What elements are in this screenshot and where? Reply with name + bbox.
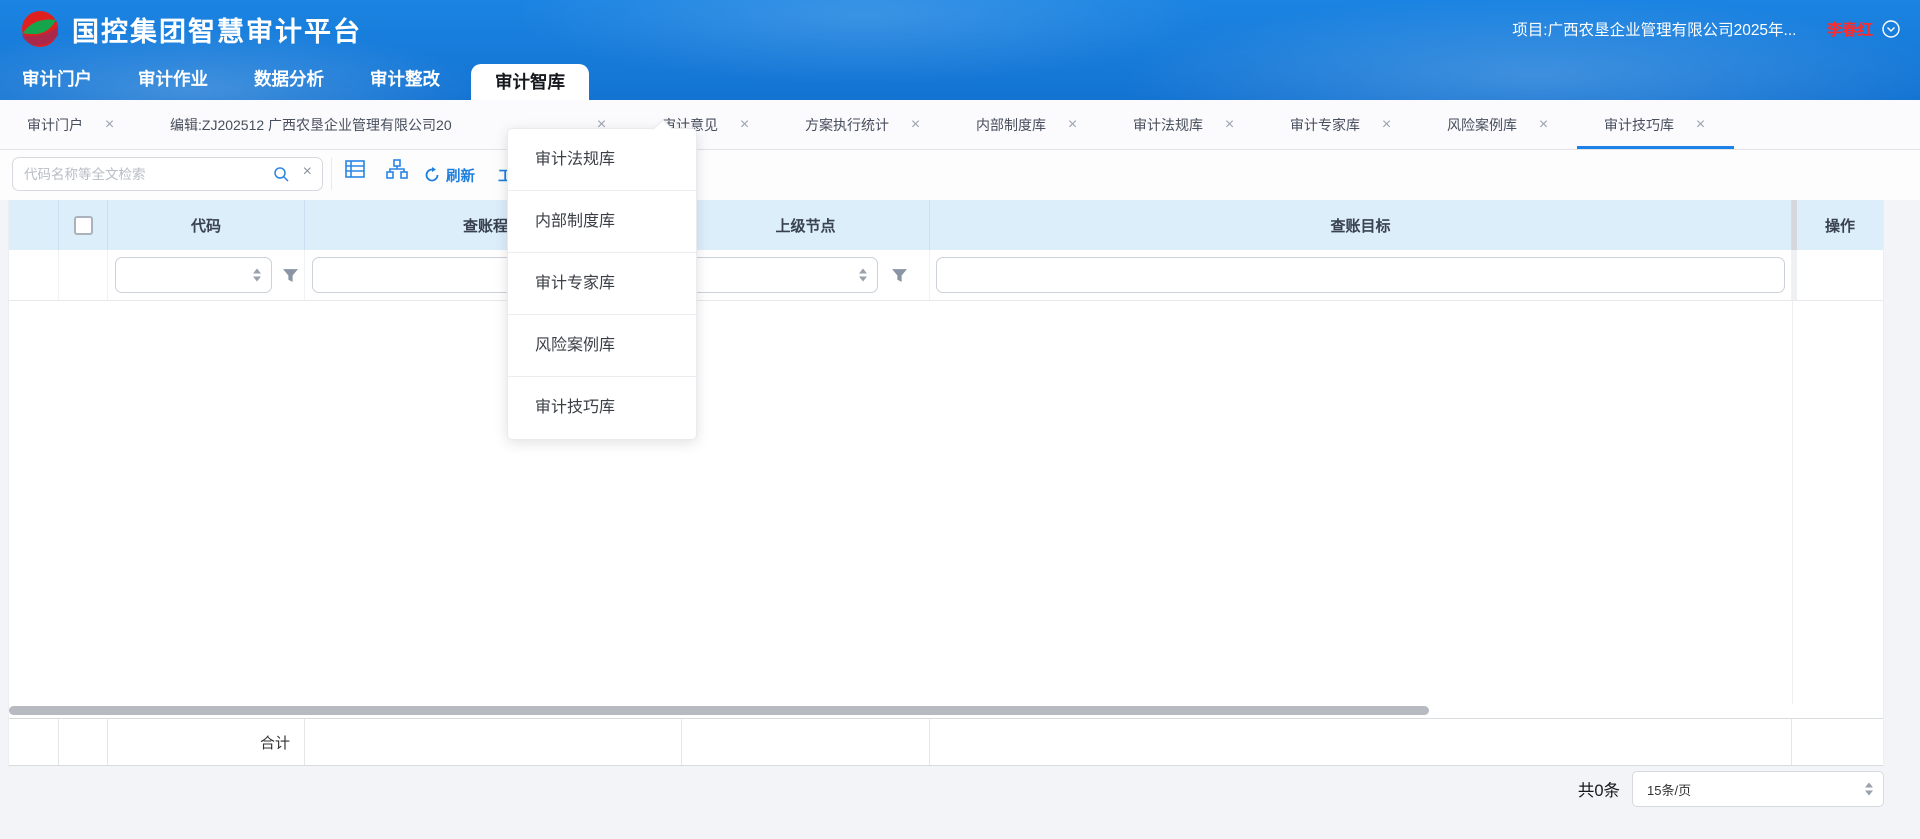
fixed-column-divider bbox=[1792, 301, 1793, 704]
tab-plan-exec-stats[interactable]: 方案执行统计 × bbox=[778, 100, 949, 149]
nav-item-data-analysis[interactable]: 数据分析 bbox=[254, 58, 324, 100]
header-row: 国控集团智慧审计平台 项目:广西农垦企业管理有限公司2025年... 李春红 bbox=[0, 0, 1920, 58]
tree-view-icon[interactable] bbox=[386, 158, 408, 180]
filter-row bbox=[9, 250, 1883, 301]
close-tab-icon[interactable]: × bbox=[738, 116, 751, 134]
summary-cell-select bbox=[59, 719, 108, 765]
tab-audit-skill-lib[interactable]: 审计技巧库 × bbox=[1577, 100, 1734, 149]
user-menu-chevron-icon[interactable] bbox=[1882, 20, 1900, 38]
refresh-button[interactable]: 刷新 bbox=[424, 150, 475, 200]
close-tab-icon[interactable]: × bbox=[103, 116, 116, 134]
nav-item-audit-knowledge[interactable]: 审计智库 bbox=[471, 64, 589, 100]
main-nav: 审计门户 审计作业 数据分析 审计整改 审计智库 bbox=[0, 58, 1920, 100]
detail-table-icon[interactable] bbox=[344, 158, 366, 180]
nav-item-audit-rectification[interactable]: 审计整改 bbox=[370, 58, 440, 100]
filter-cell-select bbox=[59, 250, 108, 300]
tab-risk-case-lib[interactable]: 风险案例库 × bbox=[1420, 100, 1577, 149]
tab-internal-policy-lib[interactable]: 内部制度库 × bbox=[949, 100, 1106, 149]
select-chevrons-icon bbox=[859, 269, 867, 282]
menu-item-audit-expert-lib[interactable]: 审计专家库 bbox=[508, 253, 696, 315]
close-tab-icon[interactable]: × bbox=[1380, 116, 1393, 134]
close-tab-icon[interactable]: × bbox=[1537, 116, 1550, 134]
tab-label: 内部制度库 bbox=[976, 115, 1046, 135]
tab-label: 审计门户 bbox=[27, 115, 83, 135]
search-icon[interactable] bbox=[273, 166, 289, 182]
summary-cell-procedure bbox=[305, 719, 682, 765]
search-box: × bbox=[12, 157, 323, 191]
header-cell-target: 查账目标 bbox=[930, 200, 1792, 250]
pagination-bar: 共0条 15条/页 bbox=[1578, 770, 1884, 808]
clear-search-icon[interactable]: × bbox=[303, 163, 312, 181]
app-title: 国控集团智慧审计平台 bbox=[72, 10, 362, 49]
page-size-select[interactable]: 15条/页 bbox=[1632, 771, 1884, 807]
menu-item-internal-policy-lib[interactable]: 内部制度库 bbox=[508, 191, 696, 253]
header-cell-index bbox=[9, 200, 59, 250]
target-filter-input[interactable] bbox=[936, 257, 1785, 293]
filter-funnel-icon[interactable] bbox=[282, 267, 299, 284]
brand-logo-icon bbox=[20, 9, 60, 49]
table-header-row: 代码 查账程序 上级节点 查账目标 操作 bbox=[9, 200, 1883, 250]
summary-cell-target bbox=[930, 719, 1792, 765]
tab-label: 编辑:ZJ202512 广西农垦企业管理有限公司20 bbox=[170, 115, 452, 135]
nav-item-audit-portal[interactable]: 审计门户 bbox=[22, 58, 92, 100]
filter-cell-target bbox=[930, 250, 1792, 300]
knowledge-lib-dropdown-menu: 审计法规库 内部制度库 审计专家库 风险案例库 审计技巧库 bbox=[507, 128, 697, 440]
tab-label: 审计法规库 bbox=[1133, 115, 1203, 135]
topbar: 国控集团智慧审计平台 项目:广西农垦企业管理有限公司2025年... 李春红 审… bbox=[0, 0, 1920, 100]
summary-cell-parent bbox=[682, 719, 930, 765]
audit-platform-app: 国控集团智慧审计平台 项目:广西农垦企业管理有限公司2025年... 李春红 审… bbox=[0, 0, 1920, 839]
project-label: 项目:广西农垦企业管理有限公司2025年... bbox=[1512, 18, 1796, 40]
toolbar-divider bbox=[331, 158, 332, 190]
summary-row: 合计 bbox=[9, 718, 1883, 766]
header-cell-action: 操作 bbox=[1797, 200, 1883, 250]
filter-cell-parent bbox=[682, 250, 930, 300]
close-tab-icon[interactable]: × bbox=[1223, 116, 1236, 134]
filter-cell-action bbox=[1797, 250, 1883, 300]
summary-total-label: 合计 bbox=[108, 719, 305, 765]
user-name[interactable]: 李春红 bbox=[1826, 18, 1873, 40]
tab-label: 审计技巧库 bbox=[1604, 115, 1674, 135]
tab-audit-portal[interactable]: 审计门户 × bbox=[0, 100, 143, 149]
tab-audit-regulation-lib[interactable]: 审计法规库 × bbox=[1106, 100, 1263, 149]
header-cell-code: 代码 bbox=[108, 200, 305, 250]
close-tab-icon[interactable]: × bbox=[1066, 116, 1079, 134]
summary-cell-action bbox=[1797, 719, 1883, 765]
filter-cell-code bbox=[108, 250, 305, 300]
header-cell-select bbox=[59, 200, 108, 250]
horizontal-scrollbar bbox=[9, 704, 1883, 718]
menu-item-risk-case-lib[interactable]: 风险案例库 bbox=[508, 315, 696, 377]
select-chevrons-icon bbox=[1865, 783, 1873, 796]
filter-cell-index bbox=[9, 250, 59, 300]
tab-label: 审计专家库 bbox=[1290, 115, 1360, 135]
parent-filter-select[interactable] bbox=[688, 257, 878, 293]
refresh-label: 刷新 bbox=[446, 165, 475, 186]
filter-funnel-icon[interactable] bbox=[891, 267, 908, 284]
tab-audit-expert-lib[interactable]: 审计专家库 × bbox=[1263, 100, 1420, 149]
audit-skill-table: 代码 查账程序 上级节点 查账目标 操作 bbox=[8, 200, 1884, 766]
summary-cell-index bbox=[9, 719, 59, 765]
total-count-label: 共0条 bbox=[1578, 777, 1620, 801]
tab-label: 方案执行统计 bbox=[805, 115, 889, 135]
code-filter-select[interactable] bbox=[115, 257, 272, 293]
table-body-empty bbox=[9, 301, 1883, 704]
refresh-icon bbox=[424, 167, 440, 183]
menu-item-audit-regulation-lib[interactable]: 审计法规库 bbox=[508, 129, 696, 191]
header-cell-parent: 上级节点 bbox=[682, 200, 930, 250]
open-tabs-bar: 审计门户 × 编辑:ZJ202512 广西农垦企业管理有限公司20 × 审计意见… bbox=[0, 100, 1920, 150]
select-all-checkbox[interactable] bbox=[74, 216, 93, 235]
toolbar: × 刷新 工具 bbox=[0, 150, 1920, 200]
select-chevrons-icon bbox=[253, 269, 261, 282]
tab-label: 风险案例库 bbox=[1447, 115, 1517, 135]
close-tab-icon[interactable]: × bbox=[1694, 116, 1707, 134]
page-size-value: 15条/页 bbox=[1647, 780, 1691, 799]
menu-item-audit-skill-lib[interactable]: 审计技巧库 bbox=[508, 377, 696, 439]
close-tab-icon[interactable]: × bbox=[909, 116, 922, 134]
nav-item-audit-work[interactable]: 审计作业 bbox=[138, 58, 208, 100]
horizontal-scrollbar-thumb[interactable] bbox=[9, 706, 1429, 715]
